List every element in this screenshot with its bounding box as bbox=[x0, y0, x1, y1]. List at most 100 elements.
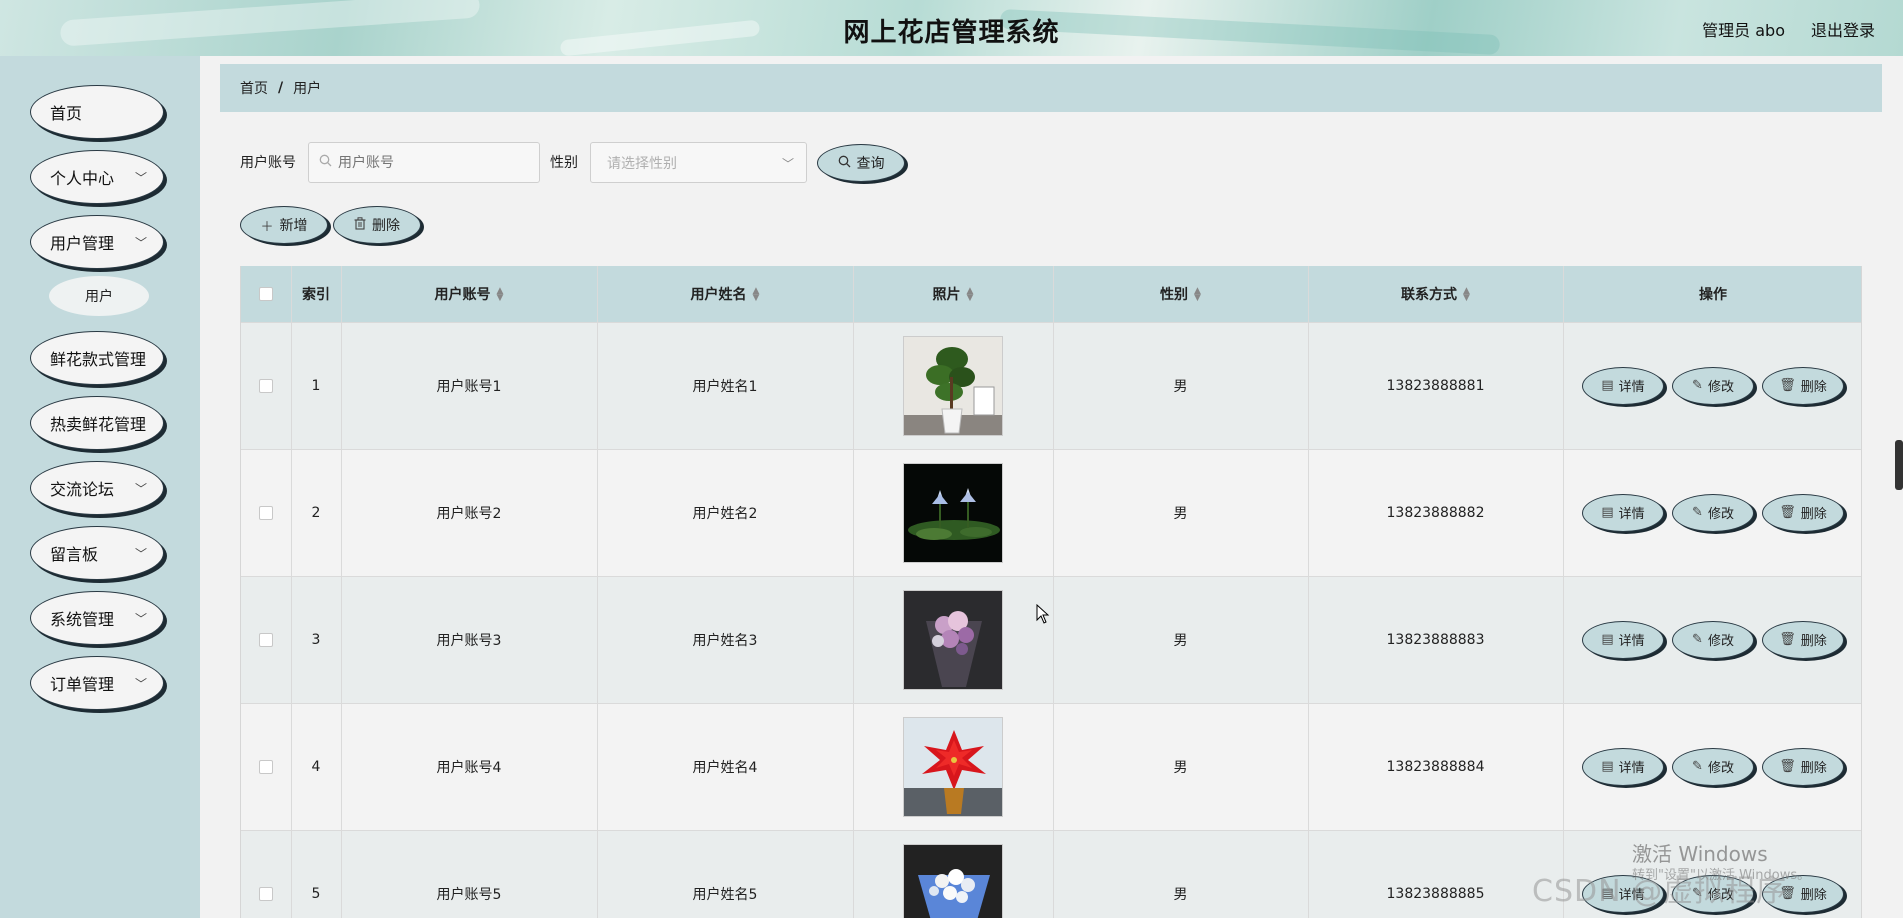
account-search-label: 用户账号 bbox=[240, 155, 296, 171]
header-photo-label: 照片 bbox=[932, 286, 961, 303]
batch-delete-button[interactable]: 删除 bbox=[333, 206, 421, 244]
detail-button-label: 详情 bbox=[1618, 380, 1645, 395]
logout-link[interactable]: 退出登录 bbox=[1811, 17, 1875, 41]
user-photo-potted-plant[interactable] bbox=[903, 335, 1003, 436]
sidebar-item-label: 首页 bbox=[50, 104, 83, 123]
chevron-down-icon: ﹀ bbox=[134, 236, 147, 250]
sidebar: 首页 个人中心 ﹀ 用户管理 ﹀ 用户 鲜花款式管理 热卖鲜花管理 交流论坛 ﹀… bbox=[0, 56, 200, 918]
user-photo-bouquet-purple[interactable] bbox=[903, 589, 1003, 690]
header-account-label: 用户账号 bbox=[434, 286, 491, 303]
row-select-cell bbox=[241, 321, 292, 449]
table-row: 3 用户账号3 用户姓名3 男 13823888883 ▤ 详情 ✎ 修改 🗑 … bbox=[241, 575, 1861, 703]
sidebar-item-hot-flowers[interactable]: 热卖鲜花管理 bbox=[30, 396, 164, 450]
user-photo-bouquet-blue[interactable] bbox=[903, 843, 1003, 918]
row-checkbox[interactable] bbox=[258, 632, 273, 647]
edit-button[interactable]: ✎ 修改 bbox=[1672, 366, 1754, 405]
detail-button[interactable]: ▤ 详情 bbox=[1582, 366, 1664, 405]
batch-delete-button-label: 删除 bbox=[372, 218, 400, 234]
gender-filter-label: 性别 bbox=[550, 155, 578, 171]
breadcrumb-separator: / bbox=[278, 80, 284, 96]
sidebar-item-flower-styles[interactable]: 鲜花款式管理 bbox=[30, 331, 164, 385]
site-title: 网上花店管理系统 bbox=[843, 18, 1060, 48]
row-select-cell bbox=[241, 829, 292, 918]
header-photo[interactable]: 照片 ▲ ▼ bbox=[853, 266, 1054, 322]
cell-account: 用户账号3 bbox=[341, 575, 598, 703]
cell-account: 用户账号4 bbox=[341, 702, 598, 830]
sidebar-item-label: 热卖鲜花管理 bbox=[50, 415, 147, 434]
row-delete-button-label: 删除 bbox=[1800, 634, 1827, 649]
row-checkbox[interactable] bbox=[258, 378, 273, 393]
sidebar-item-system-management[interactable]: 系统管理 ﹀ bbox=[30, 591, 164, 645]
sort-icon[interactable]: ▲ ▼ bbox=[1194, 286, 1201, 302]
trash-icon: 🗑 bbox=[1779, 505, 1796, 520]
row-select-cell bbox=[241, 702, 292, 830]
edit-button[interactable]: ✎ 修改 bbox=[1672, 493, 1754, 532]
edit-button[interactable]: ✎ 修改 bbox=[1672, 620, 1754, 659]
detail-button[interactable]: ▤ 详情 bbox=[1582, 747, 1664, 786]
sidebar-item-message-board[interactable]: 留言板 ﹀ bbox=[30, 526, 164, 580]
sort-icon[interactable]: ▲ ▼ bbox=[967, 286, 974, 302]
sidebar-item-home[interactable]: 首页 bbox=[30, 85, 164, 139]
sidebar-subitem-users[interactable]: 用户 bbox=[49, 276, 149, 316]
row-checkbox[interactable] bbox=[258, 886, 273, 901]
query-button[interactable]: 查询 bbox=[817, 144, 905, 182]
sidebar-item-order-management[interactable]: 订单管理 ﹀ bbox=[30, 656, 164, 710]
header-phone-label: 联系方式 bbox=[1401, 286, 1458, 303]
header-account[interactable]: 用户账号 ▲ ▼ bbox=[341, 266, 598, 322]
user-photo-water-lily[interactable] bbox=[903, 462, 1003, 563]
sidebar-item-label: 系统管理 bbox=[50, 610, 115, 629]
top-header: 网上花店管理系统 管理员 abo 退出登录 bbox=[0, 0, 1903, 56]
edit-button-label: 修改 bbox=[1707, 380, 1734, 395]
cell-gender: 男 bbox=[1053, 575, 1309, 703]
pencil-icon: ✎ bbox=[1692, 505, 1703, 520]
cell-ops: ▤ 详情 ✎ 修改 🗑 删除 bbox=[1563, 702, 1861, 830]
sort-icon[interactable]: ▲ ▼ bbox=[1463, 286, 1470, 302]
cell-name: 用户姓名4 bbox=[597, 702, 854, 830]
header-index: 索引 bbox=[291, 266, 342, 322]
gender-select[interactable]: 请选择性别 ﹀ bbox=[590, 142, 807, 183]
breadcrumb-home[interactable]: 首页 bbox=[240, 78, 268, 98]
chevron-down-icon: ﹀ bbox=[134, 612, 147, 626]
breadcrumb-current: 用户 bbox=[293, 81, 322, 97]
row-delete-button[interactable]: 🗑 删除 bbox=[1762, 493, 1844, 532]
header-phone[interactable]: 联系方式 ▲ ▼ bbox=[1308, 266, 1564, 322]
account-search-input[interactable] bbox=[338, 154, 518, 171]
sidebar-item-personal-center[interactable]: 个人中心 ﹀ bbox=[30, 150, 164, 204]
edit-button[interactable]: ✎ 修改 bbox=[1672, 747, 1754, 786]
cell-index: 2 bbox=[291, 448, 342, 576]
header-gender-label: 性别 bbox=[1160, 286, 1189, 303]
page-scrollbar-thumb[interactable] bbox=[1895, 440, 1903, 490]
row-delete-button[interactable]: 🗑 删除 bbox=[1762, 747, 1844, 786]
sort-icon[interactable]: ▲ ▼ bbox=[753, 286, 760, 302]
chevron-down-icon: ﹀ bbox=[134, 482, 147, 496]
windows-activation-watermark: 激活 Windows bbox=[1632, 842, 1768, 866]
table-header-row: 索引 用户账号 ▲ ▼ 用户姓名 ▲ ▼ 照片 ▲ ▼ 性别 ▲ ▼ 联系方式 ▲ ▼ 操作 bbox=[241, 266, 1861, 322]
add-button[interactable]: ＋ 新增 bbox=[240, 206, 328, 244]
user-photo-poinsettia[interactable] bbox=[903, 716, 1003, 817]
sort-icon[interactable]: ▲ ▼ bbox=[497, 286, 504, 302]
edit-button-label: 修改 bbox=[1707, 507, 1734, 522]
row-checkbox[interactable] bbox=[258, 759, 273, 774]
row-delete-button[interactable]: 🗑 删除 bbox=[1762, 620, 1844, 659]
row-checkbox[interactable] bbox=[258, 505, 273, 520]
header-gender[interactable]: 性别 ▲ ▼ bbox=[1053, 266, 1309, 322]
pencil-icon: ✎ bbox=[1692, 759, 1703, 774]
chevron-down-icon: ﹀ bbox=[134, 547, 147, 561]
row-select-cell bbox=[241, 448, 292, 576]
detail-button[interactable]: ▤ 详情 bbox=[1582, 493, 1664, 532]
sidebar-item-user-management[interactable]: 用户管理 ﹀ bbox=[30, 215, 164, 269]
sidebar-item-forum[interactable]: 交流论坛 ﹀ bbox=[30, 461, 164, 515]
row-delete-button[interactable]: 🗑 删除 bbox=[1762, 366, 1844, 405]
document-icon: ▤ bbox=[1601, 632, 1614, 647]
account-search-field[interactable] bbox=[308, 142, 540, 183]
header-name[interactable]: 用户姓名 ▲ ▼ bbox=[597, 266, 854, 322]
sidebar-item-label: 个人中心 bbox=[50, 169, 115, 188]
cell-phone: 13823888882 bbox=[1308, 448, 1564, 576]
cell-ops: ▤ 详情 ✎ 修改 🗑 删除 bbox=[1563, 575, 1861, 703]
sidebar-item-label: 交流论坛 bbox=[50, 480, 115, 499]
cell-name: 用户姓名1 bbox=[597, 321, 854, 449]
cell-gender: 男 bbox=[1053, 448, 1309, 576]
select-all-checkbox[interactable] bbox=[258, 286, 273, 301]
detail-button[interactable]: ▤ 详情 bbox=[1582, 620, 1664, 659]
row-delete-button-label: 删除 bbox=[1800, 761, 1827, 776]
